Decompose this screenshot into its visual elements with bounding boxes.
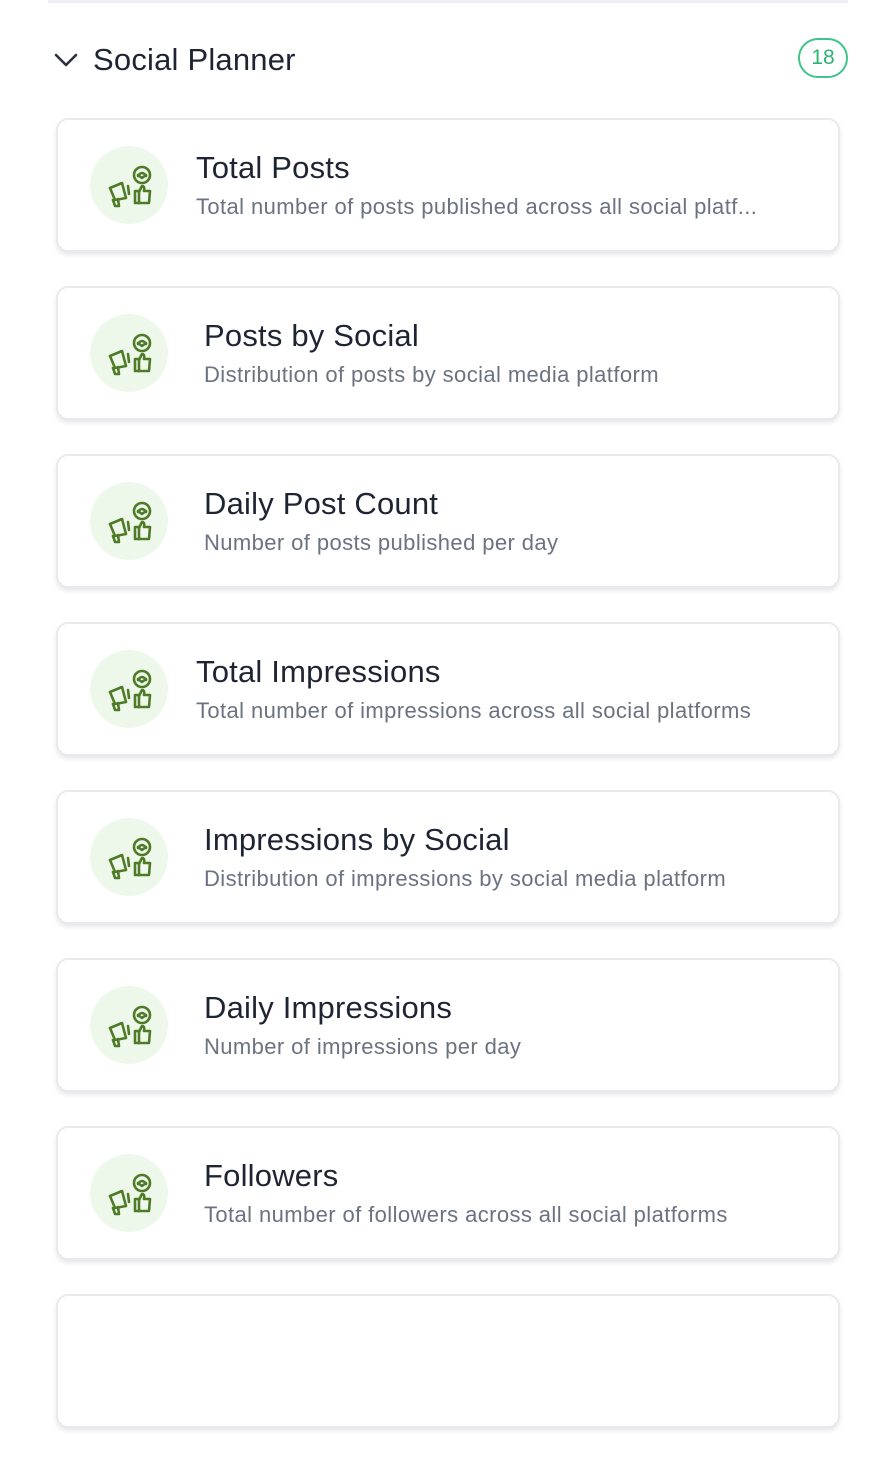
- widget-description: Distribution of posts by social media pl…: [204, 362, 659, 387]
- top-divider: [48, 0, 848, 3]
- widget-card-daily-post-count[interactable]: Daily Post Count Number of posts publish…: [56, 454, 840, 588]
- widget-title: Total Impressions: [196, 654, 441, 689]
- widget-title: Posts by Social: [204, 318, 419, 353]
- widget-title: Followers: [204, 1158, 339, 1193]
- widget-card-followers[interactable]: Followers Total number of followers acro…: [56, 1126, 840, 1260]
- widget-title: Daily Impressions: [204, 990, 453, 1025]
- widget-card-daily-impressions[interactable]: Daily Impressions Number of impressions …: [56, 958, 840, 1092]
- widget-card-total-impressions[interactable]: Total Impressions Total number of impres…: [56, 622, 840, 756]
- megaphone-like-icon: [90, 650, 168, 728]
- megaphone-like-icon: [90, 1154, 168, 1232]
- megaphone-like-icon: [90, 986, 168, 1064]
- widget-title: Daily Post Count: [204, 486, 439, 521]
- widget-description: Total number of impressions across all s…: [196, 698, 752, 723]
- widget-title: Impressions by Social: [204, 822, 510, 857]
- widget-title: Total Posts: [196, 150, 350, 185]
- widget-description: Number of impressions per day: [204, 1034, 522, 1059]
- section-header-social-planner[interactable]: Social Planner 18: [48, 36, 848, 86]
- megaphone-like-icon: [90, 146, 168, 224]
- widget-description: Total number of posts published across a…: [196, 194, 758, 219]
- chevron-down-icon[interactable]: [52, 48, 80, 72]
- widget-card-posts-by-social[interactable]: Posts by Social Distribution of posts by…: [56, 286, 840, 420]
- section-title: Social Planner: [93, 42, 296, 77]
- widget-card-partial[interactable]: [56, 1294, 840, 1428]
- widget-description: Number of posts published per day: [204, 530, 559, 555]
- megaphone-like-icon: [90, 818, 168, 896]
- widget-card-impressions-by-social[interactable]: Impressions by Social Distribution of im…: [56, 790, 840, 924]
- widget-list: Total Posts Total number of posts publis…: [56, 118, 840, 1462]
- widget-description: Distribution of impressions by social me…: [204, 866, 727, 891]
- megaphone-like-icon: [90, 482, 168, 560]
- widget-card-total-posts[interactable]: Total Posts Total number of posts publis…: [56, 118, 840, 252]
- widget-description: Total number of followers across all soc…: [204, 1202, 728, 1227]
- megaphone-like-icon: [90, 314, 168, 392]
- count-badge: 18: [798, 38, 848, 78]
